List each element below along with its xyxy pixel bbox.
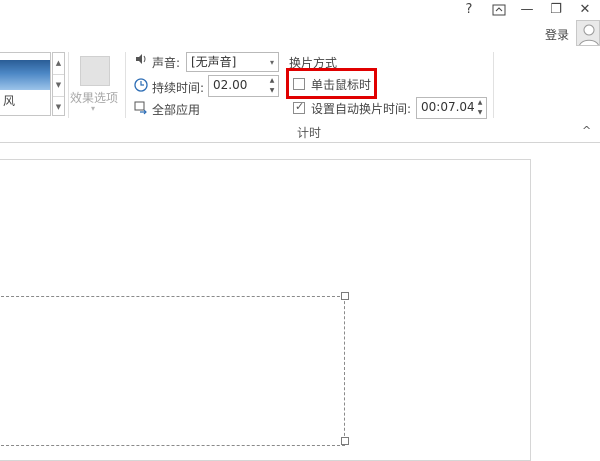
highlight-box	[286, 68, 377, 99]
sound-label: 声音:	[152, 56, 181, 70]
resize-handle-top-right[interactable]	[341, 292, 349, 300]
gallery-up-button[interactable]: ▲	[53, 53, 64, 75]
sound-icon	[134, 52, 148, 69]
duration-spin-buttons[interactable]: ▲ ▼	[266, 76, 278, 96]
content-placeholder[interactable]	[0, 296, 345, 446]
spin-up-icon[interactable]: ▲	[474, 98, 486, 108]
minimize-button[interactable]: —	[514, 0, 540, 20]
user-icon	[579, 24, 599, 45]
gallery-down-button[interactable]: ▼	[53, 75, 64, 97]
timing-group-caption: 计时	[297, 126, 322, 140]
apply-all-icon	[134, 101, 148, 118]
gallery-item-label: 风	[3, 94, 16, 108]
ribbon-divider	[493, 52, 494, 118]
duration-spinner[interactable]: 02.00 ▲ ▼	[208, 75, 279, 97]
chevron-down-icon: ▾	[91, 104, 96, 113]
collapse-ribbon-button[interactable]: ^	[582, 124, 591, 137]
close-button[interactable]: ✕	[572, 0, 598, 20]
avatar[interactable]	[576, 20, 600, 46]
after-time-spinner[interactable]: 00:07.04 ▲ ▼	[416, 97, 487, 119]
restore-button[interactable]: ❐	[543, 0, 569, 20]
after-time-spin-buttons[interactable]: ▲ ▼	[474, 98, 486, 118]
spin-up-icon[interactable]: ▲	[266, 76, 278, 86]
clock-icon	[134, 78, 148, 95]
duration-label: 持续时间:	[152, 81, 205, 95]
login-link[interactable]: 登录	[545, 26, 569, 43]
ribbon-divider	[125, 52, 126, 118]
ribbon-display-options-button[interactable]	[486, 0, 512, 20]
spin-down-icon[interactable]: ▼	[266, 86, 278, 96]
spin-down-icon[interactable]: ▼	[474, 108, 486, 118]
ribbon-display-icon	[492, 4, 506, 16]
after-time-checkbox[interactable]: ✓	[293, 100, 305, 114]
gallery-scroll-buttons: ▲ ▼ ▼	[52, 52, 65, 116]
sound-value: [无声音]	[191, 55, 237, 69]
after-time-value: 00:07.04	[421, 100, 475, 114]
help-button[interactable]: ?	[456, 0, 482, 20]
gallery-more-button[interactable]: ▼	[53, 97, 64, 118]
sound-dropdown[interactable]: [无声音] ▾	[186, 52, 279, 72]
chevron-down-icon: ▾	[269, 58, 274, 67]
apply-all-button[interactable]: 全部应用	[152, 101, 200, 118]
effect-options-icon[interactable]	[80, 56, 110, 86]
after-time-label: 设置自动换片时间:	[311, 102, 412, 116]
resize-handle-right[interactable]	[341, 437, 349, 445]
checkmark-icon: ✓	[295, 100, 305, 113]
duration-value: 02.00	[213, 78, 248, 92]
wind-transition-thumbnail	[0, 60, 50, 90]
ribbon-divider	[68, 52, 69, 118]
